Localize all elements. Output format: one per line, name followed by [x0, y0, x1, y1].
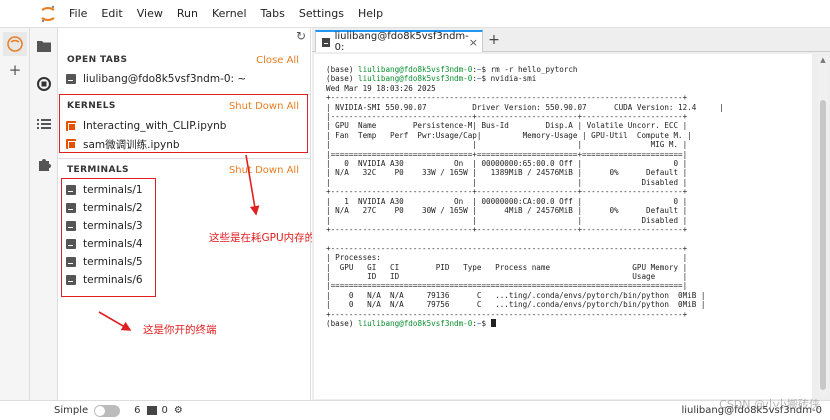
tab-close-icon[interactable]: × [469, 36, 478, 49]
terminal-note-arrow [98, 311, 132, 331]
status-bar: Simple 6 0 ⚙ liulibang@fdo8k5vsf3ndm-0 [0, 400, 830, 420]
kernel-count: 0 [161, 405, 168, 416]
scrollbar-thumb[interactable] [820, 100, 826, 390]
main-area: liulibang@fdo8k5vsf3ndm-0: × + (base) li… [312, 28, 830, 400]
gpu-note-text: 这些是在耗GPU内存的 [209, 232, 316, 244]
tab-bar: liulibang@fdo8k5vsf3ndm-0: × + [312, 28, 830, 53]
simple-mode-label: Simple [54, 405, 89, 416]
terminal-cursor [490, 318, 496, 327]
terminal-text: (base) liulibang@fdo8k5vsf3ndm-0:~$ rm -… [326, 65, 724, 328]
simple-mode-toggle[interactable] [94, 404, 121, 417]
kernel-status-icon[interactable]: ⚙ [174, 405, 183, 416]
watermark-text: CSDN @小小搬砖侠 [719, 398, 820, 411]
terminal-status-icon[interactable] [146, 406, 157, 415]
tab-label: liulibang@fdo8k5vsf3ndm-0: [334, 31, 469, 53]
terminal-output[interactable]: (base) liulibang@fdo8k5vsf3ndm-0:~$ rm -… [314, 54, 812, 399]
tab-terminal[interactable]: liulibang@fdo8k5vsf3ndm-0: × [315, 30, 483, 53]
terminal-icon [322, 37, 330, 47]
terminal-count: 6 [134, 405, 141, 416]
terminal-note-text: 这是你开的终端 [143, 324, 217, 336]
gpu-note-arrow [245, 154, 260, 216]
new-tab-button[interactable]: + [485, 31, 503, 49]
scroll-up-arrow-icon[interactable]: ▲ [818, 56, 828, 66]
